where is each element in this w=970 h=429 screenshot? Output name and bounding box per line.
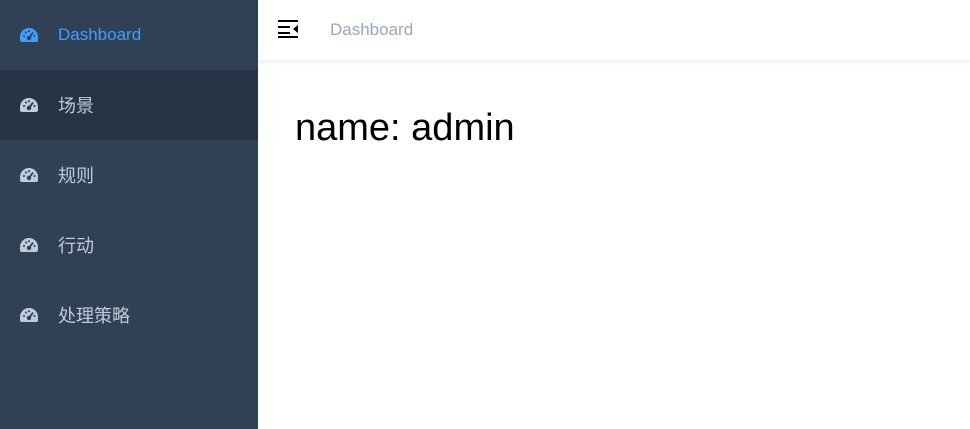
dashboard-icon xyxy=(19,237,39,253)
dashboard-icon xyxy=(19,307,39,323)
sidebar-item-label: 规则 xyxy=(58,166,94,187)
sidebar-item-label: 行动 xyxy=(58,236,94,257)
sidebar-item-actions[interactable]: 行动 xyxy=(0,210,258,280)
app-root: Dashboard 场景 规则 行动 处理策略 Dashboard name: … xyxy=(0,0,970,429)
sidebar: Dashboard 场景 规则 行动 处理策略 xyxy=(0,0,258,429)
sidebar-item-strategy[interactable]: 处理策略 xyxy=(0,280,258,350)
main-content: name: admin xyxy=(258,61,970,429)
sidebar-item-label: Dashboard xyxy=(58,25,142,44)
sidebar-item-label: 场景 xyxy=(58,96,94,117)
sidebar-item-dashboard[interactable]: Dashboard xyxy=(0,0,258,70)
sidebar-item-scene[interactable]: 场景 xyxy=(0,70,258,140)
dashboard-icon xyxy=(19,27,39,43)
user-name-text: name: admin xyxy=(295,107,515,149)
breadcrumb: Dashboard xyxy=(330,20,414,39)
sidebar-item-label: 处理策略 xyxy=(58,306,130,327)
navbar: Dashboard xyxy=(258,0,970,61)
sidebar-item-rules[interactable]: 规则 xyxy=(0,140,258,210)
dashboard-icon xyxy=(19,97,39,113)
hamburger-icon[interactable] xyxy=(278,19,300,39)
dashboard-icon xyxy=(19,167,39,183)
